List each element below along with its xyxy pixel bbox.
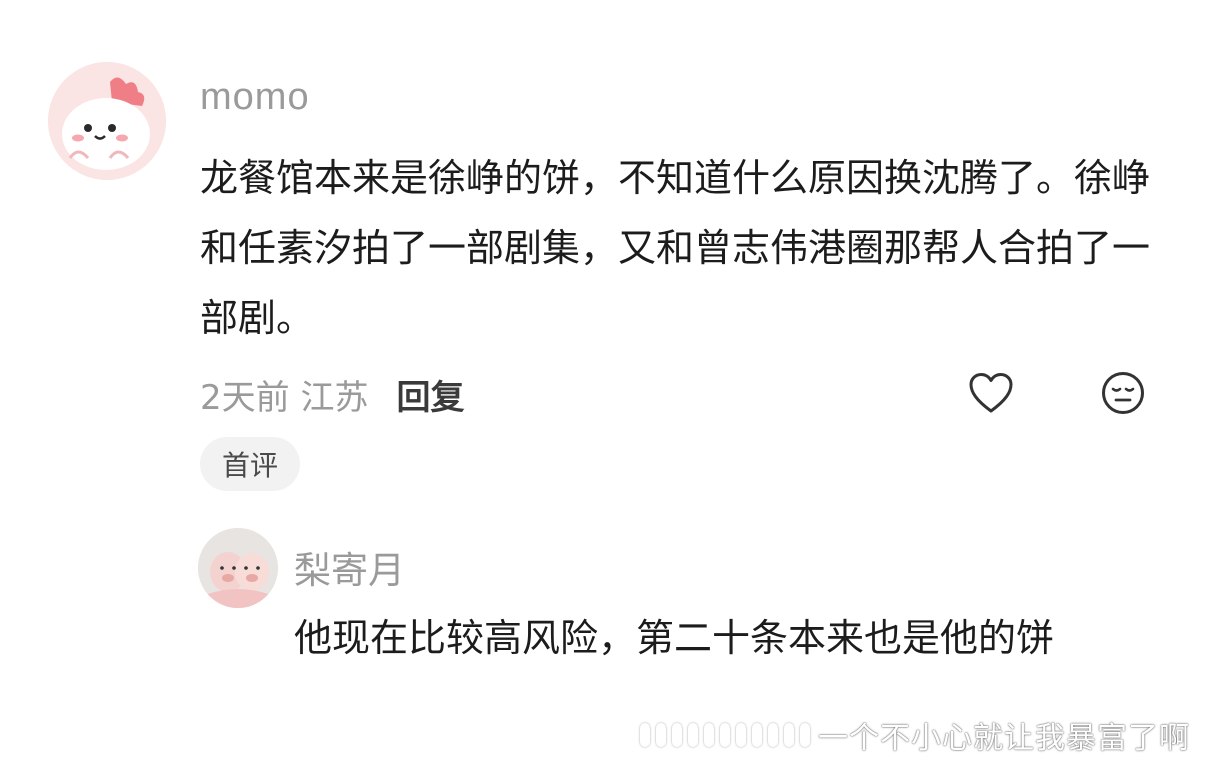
- reply-text: 他现在比较高风险，第二十条本来也是他的饼: [294, 616, 1055, 660]
- watermark: 一个不小心就让我暴富了啊: [640, 715, 1190, 756]
- meh-face-icon: [1102, 372, 1144, 414]
- first-comment-badge: 首评: [200, 437, 301, 491]
- heart-icon: [969, 373, 1013, 413]
- dislike-button[interactable]: [1098, 368, 1148, 418]
- watermark-text: 一个不小心就让我暴富了啊: [818, 721, 1190, 756]
- user-avatar-reply[interactable]: [198, 528, 278, 608]
- user-avatar-momo[interactable]: [48, 62, 166, 180]
- comment-text: 龙餐馆本来是徐峥的饼，不知道什么原因换沈腾了。徐峥和任素汐拍了一部剧集，又和曾志…: [200, 156, 1151, 340]
- comment-time-location: 2天前 江苏: [200, 377, 369, 418]
- reply-button[interactable]: 回复: [396, 370, 464, 419]
- reply-avatar-illustration: [198, 528, 278, 608]
- comment-username[interactable]: momo: [200, 76, 310, 119]
- comment-meta: 2天前 江苏 回复: [200, 370, 464, 418]
- watermark-dots: [640, 723, 810, 747]
- reply-username[interactable]: 梨寄月: [294, 540, 405, 594]
- avatar-illustration: [48, 62, 166, 180]
- like-button[interactable]: [966, 368, 1016, 418]
